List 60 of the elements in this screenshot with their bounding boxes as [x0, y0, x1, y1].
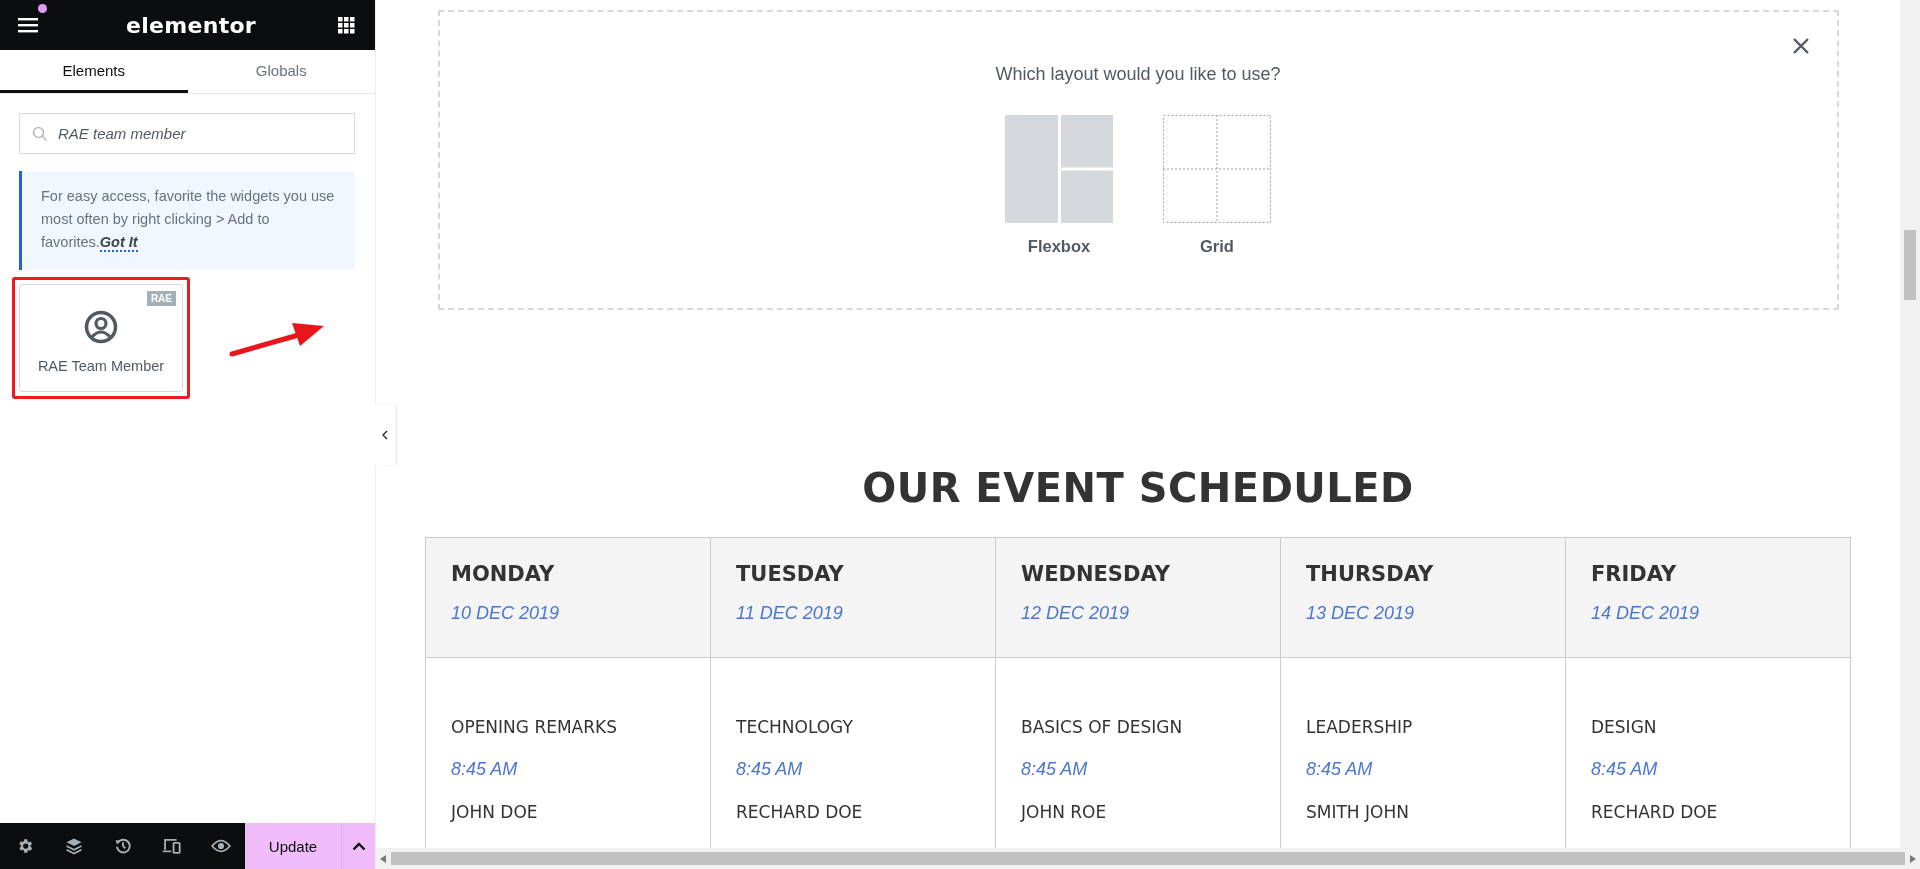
event-date: 11 DEC 2019: [736, 603, 844, 624]
session-time: 8:45 AM: [1306, 759, 1374, 780]
layout-question: Which layout would you like to use?: [995, 64, 1281, 85]
more-options-button[interactable]: [342, 823, 375, 869]
session-time: 8:45 AM: [451, 759, 519, 780]
speaker-name: JOHN DOE: [451, 802, 539, 822]
devices-icon: [161, 837, 182, 855]
search-icon: [32, 126, 48, 142]
update-button[interactable]: Update: [245, 823, 342, 869]
session-time: 8:45 AM: [736, 759, 804, 780]
session-title: LEADERSHIP: [1306, 717, 1414, 737]
scroll-right-icon[interactable]: [1909, 854, 1916, 863]
speaker-name: RECHARD DOE: [736, 802, 864, 822]
logo: elementor: [125, 12, 257, 38]
session-time: 8:45 AM: [1591, 759, 1659, 780]
layers-icon: [64, 837, 83, 855]
session-time: 8:45 AM: [1021, 759, 1089, 780]
panel-tab[interactable]: Elements: [0, 50, 188, 93]
collapse-handle[interactable]: [375, 405, 395, 465]
apps-button[interactable]: [338, 16, 355, 34]
grid-layout-icon: [1163, 115, 1271, 223]
speaker-name: RECHARD DOE: [1591, 802, 1719, 822]
event-date: 10 DEC 2019: [451, 603, 561, 624]
session-title: TECHNOLOGY: [736, 717, 854, 737]
chevron-left-icon: [382, 430, 388, 440]
search-field[interactable]: RAE team member: [19, 113, 355, 154]
widget-badge: RAE: [146, 291, 176, 306]
speaker-name: SMITH JOHN: [1306, 802, 1410, 822]
scroll-left-icon[interactable]: [380, 854, 387, 863]
menu-icon: [18, 17, 40, 33]
panel-tab[interactable]: Globals: [187, 50, 375, 93]
grid-icon: [338, 16, 355, 34]
layout-option[interactable]: Flexbox: [1005, 115, 1113, 256]
widget-card[interactable]: RAE RAE Team Member: [19, 284, 183, 392]
session-title: BASICS OF DESIGN: [1021, 717, 1184, 737]
tip-text: For easy access, favorite the widgets you use most often by right clicking > Add to favorites.Got It: [41, 187, 336, 254]
day-name: THURSDAY: [1306, 562, 1435, 586]
layout-option[interactable]: Grid: [1163, 115, 1271, 256]
day-name: MONDAY: [451, 562, 556, 586]
event-date: 14 DEC 2019: [1591, 603, 1701, 624]
got-it-link[interactable]: Got It: [99, 234, 138, 252]
user-circle-icon: [84, 310, 118, 344]
vertical-scrollbar[interactable]: [1900, 0, 1920, 848]
history-icon: [113, 837, 132, 855]
event-date: 12 DEC 2019: [1021, 603, 1131, 624]
horizontal-scrollbar[interactable]: [376, 848, 1920, 869]
speaker-name: JOHN ROE: [1021, 802, 1108, 822]
chevron-up-icon: [351, 841, 366, 851]
session-title: DESIGN: [1591, 717, 1658, 737]
flexbox-layout-icon: [1005, 115, 1113, 223]
event-date: 13 DEC 2019: [1306, 603, 1416, 624]
close-icon: [1792, 38, 1809, 54]
day-name: TUESDAY: [736, 562, 845, 586]
close-button[interactable]: [1792, 38, 1809, 54]
session-title: OPENING REMARKS: [451, 717, 618, 737]
eye-icon: [210, 838, 231, 854]
notification-dot: [38, 4, 47, 13]
day-name: WEDNESDAY: [1021, 562, 1171, 586]
section-heading: OUR EVENT SCHEDULED: [862, 465, 1414, 511]
day-name: FRIDAY: [1591, 562, 1678, 586]
